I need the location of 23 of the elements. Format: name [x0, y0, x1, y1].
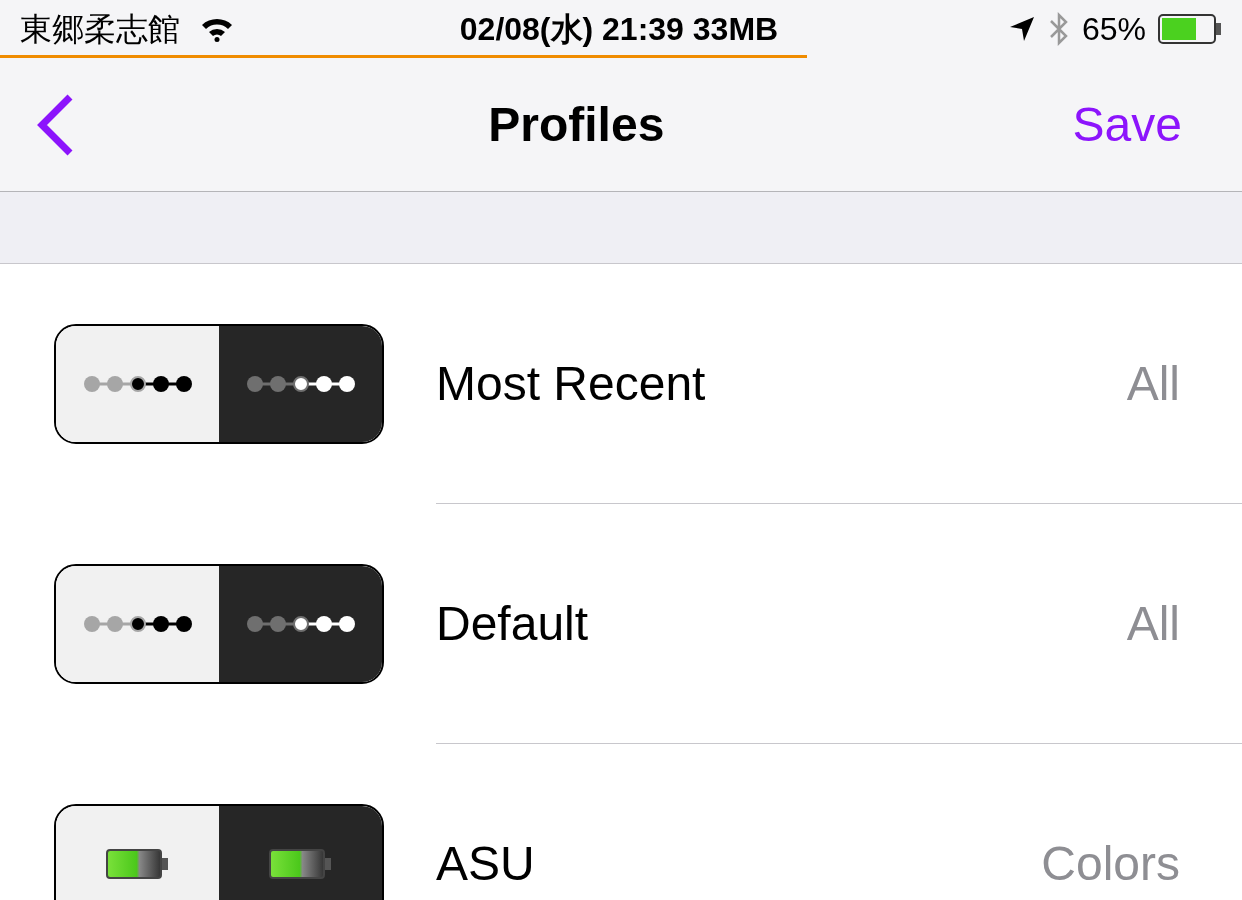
profile-row[interactable]: Default All: [0, 504, 1242, 744]
battery-icon: [105, 849, 170, 879]
profile-row[interactable]: ASU Colors: [0, 744, 1242, 900]
status-time: 02/08(水) 21:39 33MB: [458, 10, 780, 49]
dots-icon: [81, 374, 194, 394]
profile-row[interactable]: Most Recent All: [0, 264, 1242, 504]
wifi-icon: [200, 16, 234, 42]
nav-title: Profiles: [487, 96, 666, 153]
battery-icon: [268, 849, 333, 879]
dots-icon: [244, 374, 357, 394]
profile-name: Default: [436, 595, 590, 652]
bluetooth-icon: [1047, 11, 1070, 47]
battery-icon: [1158, 14, 1222, 44]
profile-scope: Colors: [1041, 835, 1180, 892]
battery-percent: 65%: [1081, 10, 1146, 49]
save-button[interactable]: Save: [1072, 88, 1206, 161]
profile-scope: All: [1126, 595, 1180, 652]
dots-icon: [244, 614, 357, 634]
carrier-name: 東郷柔志館: [20, 10, 180, 49]
profile-scope: All: [1126, 355, 1180, 412]
profile-name: Most Recent: [436, 355, 707, 412]
dots-icon: [81, 614, 194, 634]
profile-name: ASU: [436, 835, 536, 892]
